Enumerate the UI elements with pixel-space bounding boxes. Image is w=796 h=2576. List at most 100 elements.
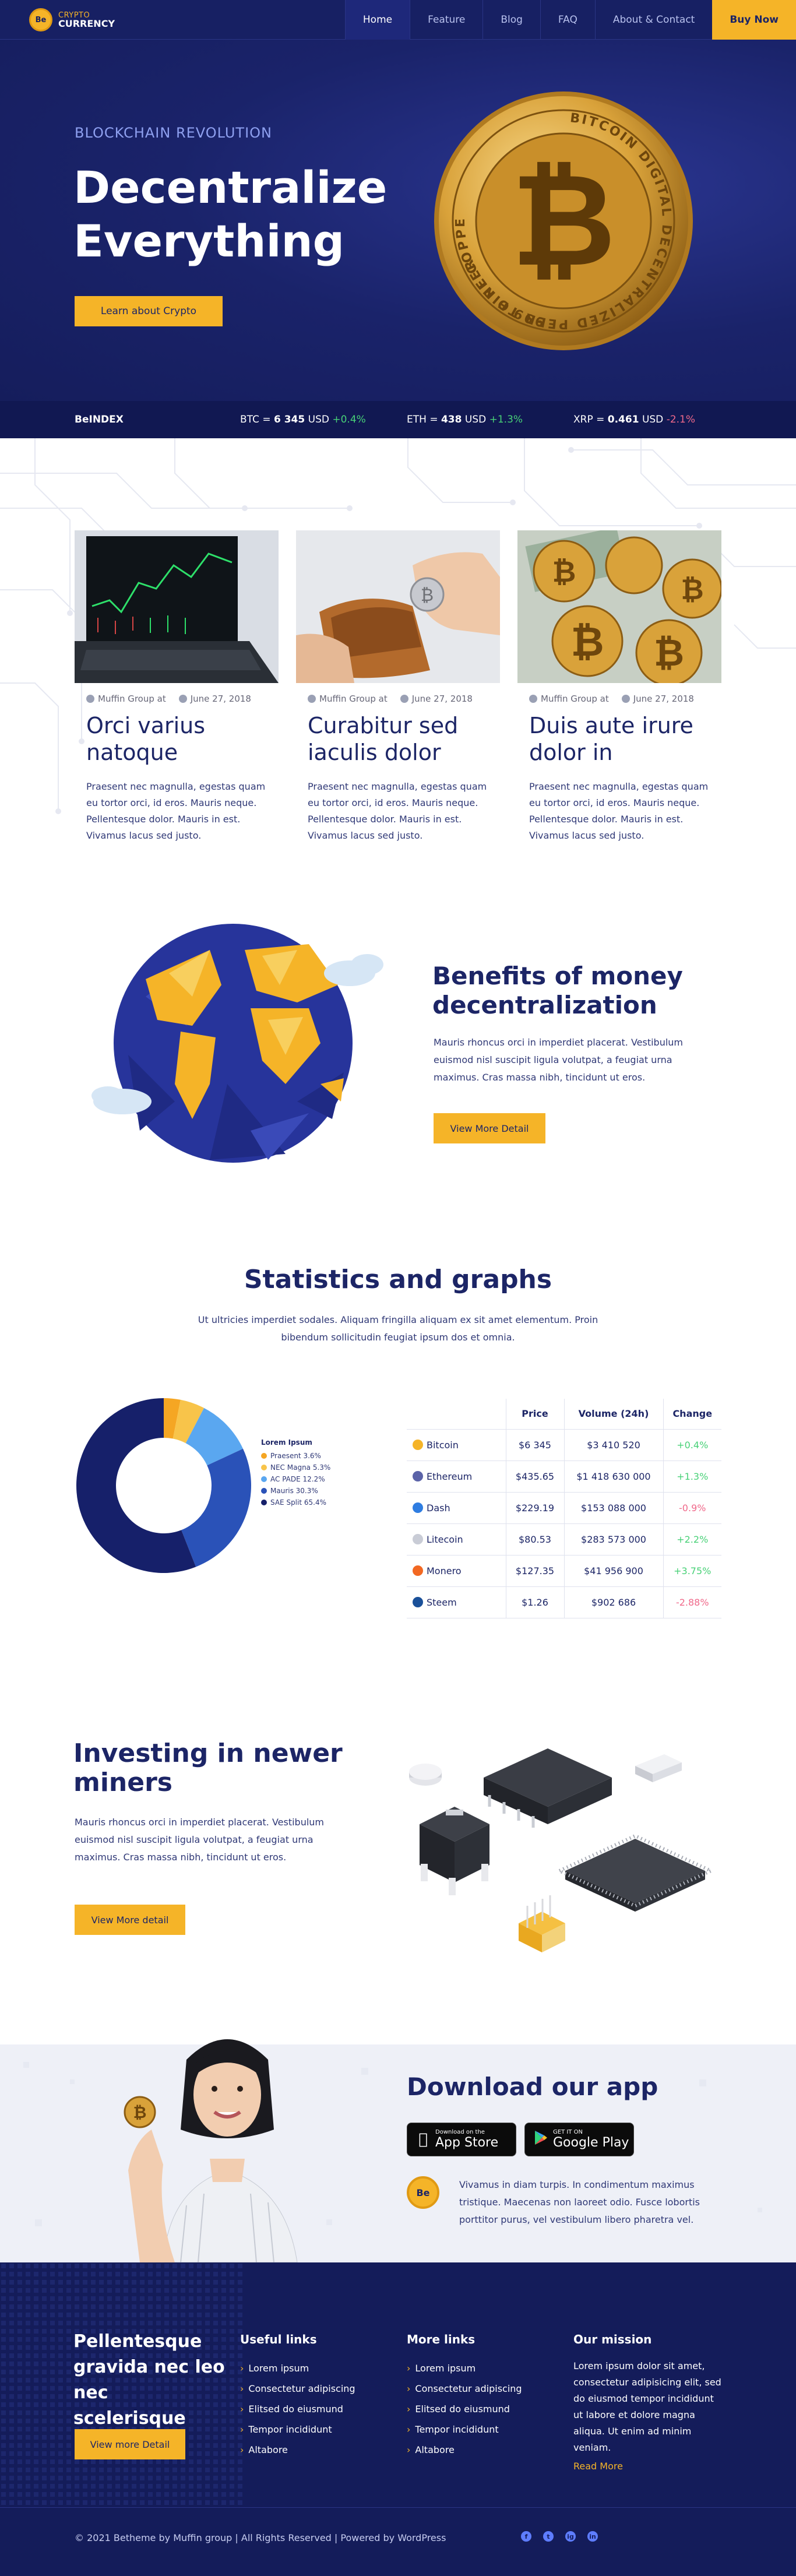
svg-text:₿: ₿	[421, 585, 434, 606]
legend-item: Praesent 3.6%	[261, 1450, 330, 1462]
coin-icon	[413, 1533, 423, 1544]
news-card[interactable]: Muffin Group at June 27, 2018 Orci variu…	[75, 530, 279, 844]
footer-bottom-bar: © 2021 Betheme by Muffin group | All Rig…	[0, 2507, 796, 2576]
footer-link[interactable]: › Consectetur adipiscing	[407, 2378, 522, 2399]
woman-holding-coin-image: ₿	[124, 2039, 298, 2262]
app-title: Download our app	[407, 2072, 658, 2101]
card-text: Praesent nec magnulla, egestas quam eu t…	[86, 781, 266, 841]
main-nav: Home Feature Blog FAQ About & Contact Bu…	[344, 0, 796, 40]
legend-item: SAE Split 65.4%	[261, 1497, 330, 1508]
legend-item: Mauris 30.3%	[261, 1485, 330, 1497]
footer-link[interactable]: › Altabore	[240, 2440, 355, 2460]
mission-text: Lorem ipsum dolor sit amet, consectetur …	[573, 2360, 721, 2453]
stats-title: Statistics and graphs	[244, 1265, 552, 1294]
mission-title: Our mission	[573, 2332, 652, 2346]
miners-text: Mauris rhoncus orci in imperdiet placera…	[75, 1817, 325, 1863]
nav-home[interactable]: Home	[344, 0, 410, 40]
donut-slice-mauris	[181, 1448, 251, 1567]
card-meta: Muffin Group at June 27, 2018	[296, 694, 500, 704]
card-title[interactable]: Duis aute irure dolor in	[517, 712, 721, 766]
chevron-right-icon: ›	[240, 2363, 244, 2374]
change-cell: +2.2%	[663, 1523, 721, 1556]
footer-link[interactable]: › Consectetur adipiscing	[240, 2378, 355, 2399]
clock-icon	[178, 695, 187, 703]
news-card[interactable]: ₿ ₿ ₿ ₿ Muffin Group at June 27, 2018 Duis…	[517, 527, 723, 844]
legend-swatch	[261, 1453, 267, 1459]
legend-swatch	[261, 1476, 267, 1482]
table-header-name	[407, 1399, 506, 1430]
instagram-icon[interactable]: ig	[565, 2531, 576, 2542]
card-title[interactable]: Orci varius natoque	[75, 712, 279, 766]
polygon-globe-image	[91, 924, 383, 1163]
footer-link[interactable]: › Lorem ipsum	[240, 2358, 355, 2378]
google-play-button[interactable]: GET IT ON Google Play	[524, 2123, 634, 2156]
footer-link[interactable]: › Lorem ipsum	[407, 2358, 522, 2378]
logo[interactable]: Be CRYPTO CURRENCY	[29, 8, 115, 31]
volume-cell: $153 088 000	[563, 1492, 663, 1524]
chevron-right-icon: ›	[407, 2444, 411, 2455]
footer-mission: Our mission Lorem ipsum dolor sit amet, …	[573, 2332, 726, 2472]
twitter-icon[interactable]: t	[543, 2531, 554, 2542]
clock-icon	[400, 695, 408, 703]
clock-icon	[621, 695, 630, 703]
card-title[interactable]: Curabitur sed iaculis dolor	[296, 712, 500, 766]
coin-icon	[413, 1470, 423, 1481]
footer-link[interactable]: › Elitsed do eiusmund	[240, 2399, 355, 2419]
legend-item: NEC Magna 5.3%	[261, 1462, 330, 1473]
legend-swatch	[261, 1500, 267, 1505]
change-cell: +3.75%	[663, 1555, 721, 1587]
google-play-icon	[533, 2130, 548, 2149]
view-more-detail-miners-button[interactable]: View More detail	[75, 1905, 185, 1935]
footer-link[interactable]: › Tempor incididunt	[240, 2419, 355, 2440]
table-header-volume: Volume (24h)	[563, 1399, 663, 1430]
card-meta: Muffin Group at June 27, 2018	[517, 694, 721, 704]
chevron-right-icon: ›	[240, 2444, 244, 2455]
nav-blog[interactable]: Blog	[482, 0, 540, 40]
chip-cube-left	[420, 1807, 489, 1895]
chip-flat-right	[555, 1834, 716, 1912]
coin-name-cell: Dash	[407, 1492, 506, 1524]
table-row: Litecoin $80.53 $283 573 000 +2.2%	[407, 1523, 721, 1556]
facebook-icon[interactable]: f	[521, 2531, 531, 2542]
chevron-right-icon: ›	[407, 2424, 411, 2435]
nav-about-contact[interactable]: About & Contact	[594, 0, 712, 40]
news-card[interactable]: ₿ Muffin Group at June 27, 2018 Curabitu…	[296, 530, 500, 844]
donut-chart	[76, 1398, 251, 1573]
news-section: Muffin Group at June 27, 2018 Orci variu…	[0, 438, 796, 881]
view-more-detail-button[interactable]: View More Detail	[434, 1113, 545, 1143]
card-text: Praesent nec magnulla, egestas quam eu t…	[529, 781, 709, 841]
linkedin-icon[interactable]: in	[587, 2531, 598, 2542]
read-more-link[interactable]: Read More	[573, 2461, 726, 2472]
coin-icon	[413, 1596, 423, 1607]
change-cell: +1.3%	[663, 1461, 721, 1493]
capacitor-round	[409, 1764, 442, 1786]
social-links: f t ig in	[521, 2531, 598, 2542]
learn-about-crypto-button[interactable]: Learn about Crypto	[75, 296, 223, 326]
logo-text-bottom: CURRENCY	[58, 17, 115, 29]
volume-cell: $1 418 630 000	[563, 1461, 663, 1493]
footer-link[interactable]: › Tempor incididunt	[407, 2419, 522, 2440]
benefits-text: Mauris rhoncus orci in imperdiet placera…	[434, 1037, 684, 1083]
price-cell: $1.26	[505, 1586, 564, 1618]
footer-link[interactable]: › Elitsed do eiusmund	[407, 2399, 522, 2419]
footer-view-more-button[interactable]: View more Detail	[75, 2429, 185, 2459]
footer-link[interactable]: › Altabore	[407, 2440, 522, 2460]
copyright: © 2021 Betheme by Muffin group | All Rig…	[75, 2532, 446, 2543]
footer-headline: Pellentesque gravida nec leo nec sceleri…	[73, 2331, 225, 2429]
volume-cell: $41 956 900	[563, 1555, 663, 1587]
change-cell: +0.4%	[663, 1429, 721, 1461]
table-row: Bitcoin $6 345 $3 410 520 +0.4%	[407, 1429, 721, 1461]
site-footer: Pellentesque gravida nec leo nec sceleri…	[0, 2262, 796, 2576]
coin-name-cell: Monero	[407, 1555, 506, 1587]
svg-text:₿: ₿	[133, 2103, 147, 2122]
nav-faq[interactable]: FAQ	[540, 0, 595, 40]
apple-icon: 	[415, 2131, 431, 2148]
chevron-right-icon: ›	[407, 2383, 411, 2394]
svg-text:₿: ₿	[570, 618, 604, 666]
app-store-button[interactable]:  Download on the App Store	[407, 2123, 516, 2156]
buy-now-button[interactable]: Buy Now	[712, 0, 796, 40]
nav-feature[interactable]: Feature	[410, 0, 482, 40]
volume-cell: $902 686	[563, 1586, 663, 1618]
coin-name-cell: Steem	[407, 1586, 506, 1618]
price-ticker: BeINDEX BTC = 6 345 USD +0.4% ETH = 438 …	[0, 401, 796, 438]
